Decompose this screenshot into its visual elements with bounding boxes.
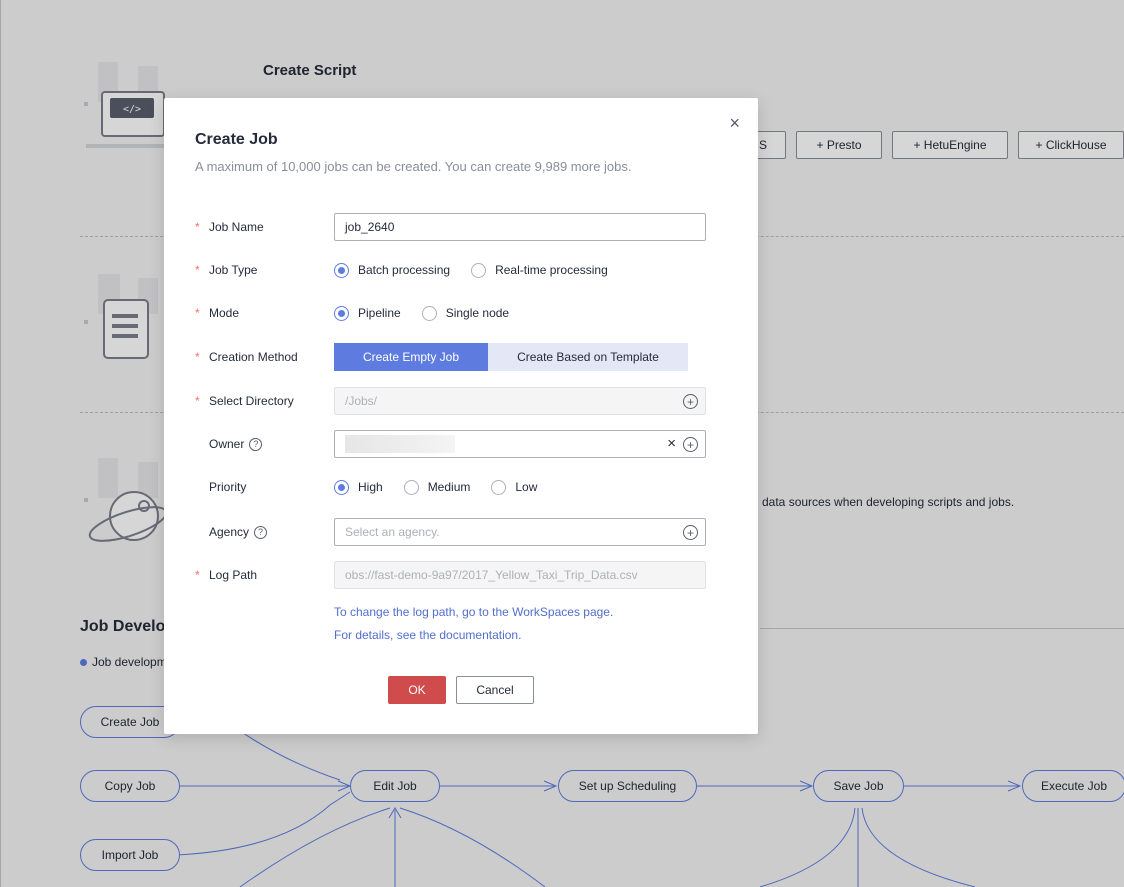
- creation-method-label-text: Creation Method: [209, 350, 298, 364]
- select-directory-label-text: Select Directory: [209, 394, 294, 408]
- job-name-input[interactable]: job_2640: [334, 213, 706, 241]
- radio-single-node[interactable]: Single node: [421, 305, 510, 321]
- radio-unselected-icon: [403, 479, 419, 495]
- job-type-radio-group: Batch processing Real-time processing: [334, 262, 629, 278]
- help-icon[interactable]: ?: [254, 525, 268, 539]
- radio-label: Batch processing: [358, 263, 451, 277]
- change-log-path-link[interactable]: To change the log path, go to the WorkSp…: [334, 605, 613, 619]
- priority-label-text: Priority: [209, 480, 247, 494]
- required-mark: *: [195, 350, 200, 364]
- ok-button[interactable]: OK: [388, 676, 446, 704]
- mode-radio-group: Pipeline Single node: [334, 305, 530, 321]
- radio-medium[interactable]: Medium: [403, 479, 471, 495]
- agency-row: Agency ? Select an agency. +: [195, 518, 735, 546]
- dialog-subtitle: A maximum of 10,000 jobs can be created.…: [195, 159, 632, 174]
- add-circle-icon[interactable]: +: [683, 525, 698, 540]
- owner-label-text: Owner: [209, 437, 245, 451]
- agency-placeholder: Select an agency.: [345, 525, 440, 539]
- owner-row: Owner ? × +: [195, 430, 735, 458]
- dialog-title: Create Job: [195, 131, 278, 148]
- mode-label: * Mode: [195, 306, 334, 320]
- priority-label: Priority: [195, 480, 334, 494]
- add-circle-icon[interactable]: +: [683, 437, 698, 452]
- agency-select[interactable]: Select an agency. +: [334, 518, 706, 546]
- create-job-dialog: × Create Job A maximum of 10,000 jobs ca…: [164, 98, 758, 734]
- job-type-row: * Job Type Batch processing Real-time pr…: [195, 256, 735, 284]
- select-directory-label: * Select Directory: [195, 394, 334, 408]
- required-mark: *: [195, 220, 200, 234]
- radio-real-time-processing[interactable]: Real-time processing: [471, 262, 608, 278]
- log-path-label: * Log Path: [195, 568, 334, 582]
- select-directory-row: * Select Directory /Jobs/ +: [195, 387, 735, 415]
- job-name-label-text: Job Name: [209, 220, 264, 234]
- select-directory-input[interactable]: /Jobs/ +: [334, 387, 706, 415]
- documentation-link[interactable]: For details, see the documentation.: [334, 628, 521, 642]
- radio-label: Real-time processing: [495, 263, 608, 277]
- agency-label-text: Agency: [209, 525, 250, 539]
- creation-method-segmented: Create Empty Job Create Based on Templat…: [334, 343, 688, 371]
- directory-value: /Jobs/: [345, 394, 378, 408]
- radio-label: Low: [515, 480, 538, 494]
- job-type-label: * Job Type: [195, 263, 334, 277]
- job-name-label: * Job Name: [195, 220, 334, 234]
- create-empty-job-button[interactable]: Create Empty Job: [334, 343, 488, 371]
- required-mark: *: [195, 263, 200, 277]
- mode-row: * Mode Pipeline Single node: [195, 299, 735, 327]
- log-path-label-text: Log Path: [209, 568, 258, 582]
- create-based-on-template-button[interactable]: Create Based on Template: [488, 343, 688, 371]
- log-path-value: obs://fast-demo-9a97/2017_Yellow_Taxi_Tr…: [345, 568, 638, 582]
- log-path-input: obs://fast-demo-9a97/2017_Yellow_Taxi_Tr…: [334, 561, 706, 589]
- owner-label: Owner ?: [195, 437, 334, 451]
- radio-pipeline[interactable]: Pipeline: [334, 305, 401, 321]
- job-name-value: job_2640: [345, 220, 395, 234]
- agency-label: Agency ?: [195, 525, 334, 539]
- job-name-row: * Job Name job_2640: [195, 213, 735, 241]
- priority-row: Priority High Medium Low: [195, 473, 735, 501]
- radio-label: Single node: [445, 306, 510, 320]
- owner-value-redacted: [345, 435, 455, 453]
- priority-radio-group: High Medium Low: [334, 479, 558, 495]
- cancel-button[interactable]: Cancel: [456, 676, 534, 704]
- add-circle-icon[interactable]: +: [683, 394, 698, 409]
- radio-unselected-icon: [491, 479, 507, 495]
- required-mark: *: [195, 568, 200, 582]
- required-mark: *: [195, 394, 200, 408]
- clear-icon[interactable]: ×: [667, 435, 676, 453]
- radio-label: High: [358, 480, 383, 494]
- radio-selected-icon: [334, 262, 349, 278]
- radio-unselected-icon: [471, 262, 487, 278]
- mode-label-text: Mode: [209, 306, 240, 320]
- creation-method-label: * Creation Method: [195, 350, 334, 364]
- owner-input[interactable]: × +: [334, 430, 706, 458]
- radio-low[interactable]: Low: [491, 479, 538, 495]
- radio-label: Pipeline: [358, 306, 401, 320]
- radio-high[interactable]: High: [334, 479, 383, 495]
- radio-label: Medium: [427, 480, 471, 494]
- radio-batch-processing[interactable]: Batch processing: [334, 262, 451, 278]
- help-icon[interactable]: ?: [249, 437, 263, 451]
- radio-selected-icon: [334, 305, 349, 321]
- radio-unselected-icon: [421, 305, 437, 321]
- radio-selected-icon: [334, 479, 349, 495]
- job-type-label-text: Job Type: [209, 263, 258, 277]
- creation-method-row: * Creation Method Create Empty Job Creat…: [195, 343, 735, 371]
- required-mark: *: [195, 306, 200, 320]
- log-path-row: * Log Path obs://fast-demo-9a97/2017_Yel…: [195, 561, 735, 589]
- close-icon[interactable]: ×: [729, 114, 740, 132]
